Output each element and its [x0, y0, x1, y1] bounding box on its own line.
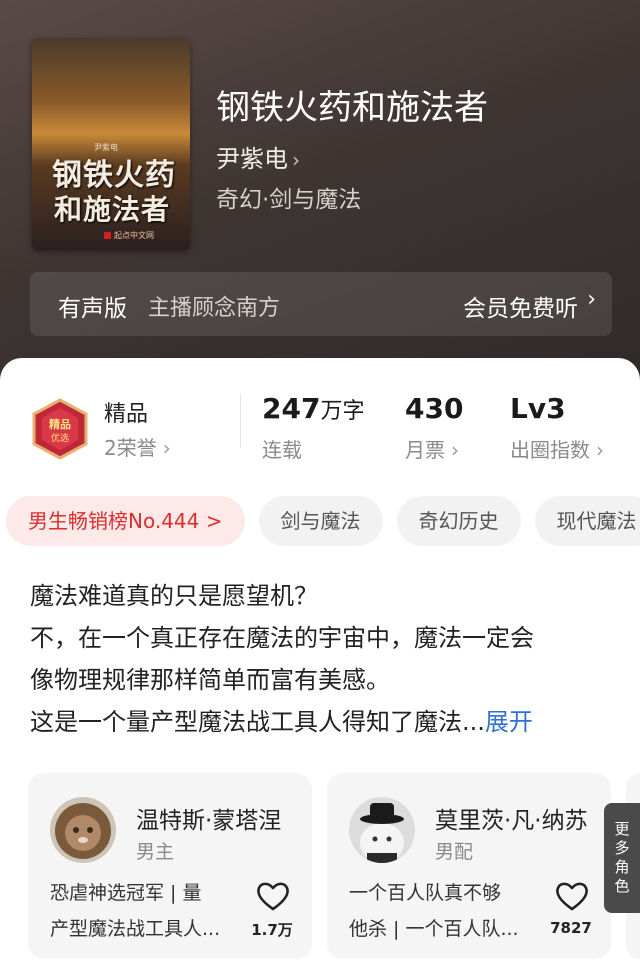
character-desc-line: 他杀 | 一个百人队...	[349, 918, 519, 940]
character-name: 温特斯·蒙塔涅	[136, 808, 282, 834]
chevron-right-icon: ›	[587, 287, 596, 312]
character-desc-line: 恐虐神选冠军 | 量	[50, 882, 202, 904]
word-count: 247万字	[262, 392, 364, 425]
character-role: 男配	[435, 841, 474, 863]
serial-status: 连载	[262, 438, 302, 462]
cover-publisher: 起点中文网	[104, 230, 154, 241]
chevron-right-icon: ›	[451, 438, 459, 462]
honors-link[interactable]: 2荣誉 ›	[104, 432, 171, 461]
word-count-value: 247	[262, 392, 321, 425]
chevron-right-icon: ›	[162, 436, 171, 460]
more-characters-button[interactable]: 更 多 角 色	[604, 803, 640, 913]
svg-text:优选: 优选	[51, 432, 69, 444]
quality-label: 精品	[104, 402, 149, 427]
monthly-tickets-link[interactable]: 月票 ›	[405, 434, 459, 463]
author-link[interactable]: 尹紫电 ›	[216, 139, 300, 174]
book-genre[interactable]: 奇幻·剑与魔法	[216, 180, 361, 214]
synopsis-last-line: 这是一个量产型魔法战工具人得知了魔法...展开	[30, 701, 610, 743]
cover-title-line2: 和施法者	[54, 193, 171, 226]
honors-count: 2荣誉	[104, 436, 157, 460]
tag-fantasy-history[interactable]: 奇幻历史	[396, 496, 521, 546]
heart-icon[interactable]	[555, 881, 589, 911]
character-card[interactable]: 温特斯·蒙塔涅 男主 恐虐神选冠军 | 量 产型魔法战工具人... 1.7万	[28, 773, 312, 959]
character-avatar	[50, 797, 116, 863]
audio-label: 有声版	[58, 296, 127, 322]
character-desc-line: 产型魔法战工具人...	[50, 918, 221, 940]
svg-text:精品: 精品	[49, 417, 71, 431]
character-desc-line: 一个百人队真不够	[349, 882, 502, 904]
audio-host: 主播顾念南方	[148, 296, 281, 321]
monthly-tickets-label: 月票	[405, 438, 445, 462]
chevron-right-icon: ›	[292, 148, 300, 172]
author-name: 尹紫电	[216, 145, 288, 173]
popularity-index-label: 出圈指数	[510, 438, 590, 462]
character-card[interactable]: 莫里茨·凡·纳苏 男配 一个百人队真不够 他杀 | 一个百人队... 7827	[327, 773, 611, 959]
character-desc: 恐虐神选冠军 | 量 产型魔法战工具人...	[50, 875, 246, 947]
level-value: Lv3	[510, 392, 566, 425]
heart-icon[interactable]	[256, 881, 290, 911]
character-avatar	[349, 797, 415, 863]
quality-badge-icon: 精品 优选	[32, 398, 88, 460]
book-cover[interactable]: 尹紫电 钢铁火药 和施法者 起点中文网	[32, 38, 190, 250]
more-roles-char: 更	[614, 820, 630, 838]
tag-row: 男生畅销榜No.444 > 剑与魔法 奇幻历史 现代魔法	[6, 496, 640, 548]
character-name: 莫里茨·凡·纳苏	[435, 808, 588, 834]
word-count-unit: 万字	[320, 399, 365, 424]
expand-link[interactable]: 展开	[485, 708, 533, 736]
tag-modern-magic[interactable]: 现代魔法	[534, 496, 640, 546]
popularity-index-link[interactable]: 出圈指数 ›	[510, 434, 604, 463]
chevron-right-icon: ›	[596, 438, 604, 462]
tag-ranking[interactable]: 男生畅销榜No.444 >	[6, 496, 245, 546]
member-free-listen: 会员免费听	[463, 296, 578, 322]
monthly-tickets-value: 430	[405, 392, 464, 425]
synopsis-line: 魔法难道真的只是愿望机？	[30, 582, 318, 610]
audio-version-bar[interactable]: 有声版 主播顾念南方 会员免费听 ›	[30, 272, 612, 336]
book-title: 钢铁火药和施法者	[216, 88, 488, 128]
character-role: 男主	[136, 841, 175, 863]
synopsis-line: 这是一个量产型魔法战工具人得知了魔法...	[30, 708, 485, 736]
stats-divider	[240, 394, 241, 448]
synopsis: 魔法难道真的只是愿望机？ 不，在一个真正存在魔法的宇宙中，魔法一定会 像物理规律…	[30, 575, 610, 743]
more-roles-char: 多	[614, 839, 630, 857]
like-count: 7827	[550, 919, 592, 937]
character-desc: 一个百人队真不够 他杀 | 一个百人队...	[349, 875, 545, 947]
synopsis-line: 不，在一个真正存在魔法的宇宙中，魔法一定会	[30, 624, 534, 652]
like-count: 1.7万	[251, 921, 293, 939]
synopsis-line: 像物理规律那样简单而富有美感。	[30, 666, 390, 694]
more-roles-char: 角	[614, 858, 630, 876]
more-roles-char: 色	[614, 877, 630, 895]
tag-sword-magic[interactable]: 剑与魔法	[258, 496, 383, 546]
